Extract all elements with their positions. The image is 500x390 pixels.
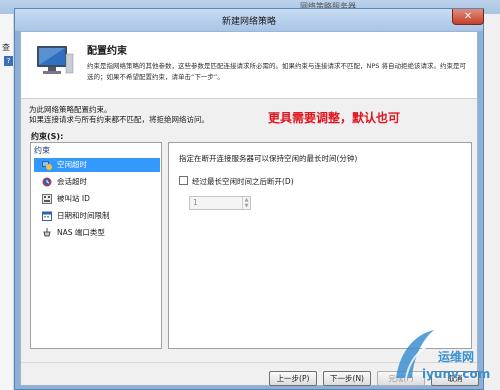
red-annotation: 更具需要调整，默认也可 [268,111,401,125]
idle-minutes-spinbox[interactable]: 1 ▲ ▼ [189,196,251,210]
background-window-edge: 查 ? [0,14,14,390]
session-timeout-icon [42,177,52,187]
intro-text: 为此网络策略配置约束。 如果连接请求与所有约束都不匹配，将拒绝网络访问。 [29,105,269,125]
list-item-label: 被叫站 ID [57,194,90,203]
wizard-page-title: 配置约束 [87,46,127,57]
idle-timeout-icon [42,161,52,170]
intro-line: 如果连接请求与所有约束都不匹配，将拒绝网络访问。 [29,115,209,124]
list-item-called-station-id[interactable]: 被叫站 ID [34,192,160,206]
watermark-text: 运维网 [438,350,475,364]
wizard-header: 配置约束 约束是指网络策略的其他参数，这些参数是匹配连接请求所必需的。如果约束与… [21,32,477,99]
list-item-nas-port-type[interactable]: NAS 端口类型 [34,226,160,240]
disconnect-after-idle-label[interactable]: 经过最长空闲时间之后断开(D) [192,176,294,187]
intro-line: 为此网络策略配置约束。 [29,105,112,114]
list-item-label: 日期和时间限制 [57,211,110,220]
called-station-icon [42,194,52,204]
disconnect-after-idle-checkbox[interactable] [179,176,188,185]
background-menu-item[interactable]: 查 [2,42,10,53]
background-help-icon[interactable]: ? [4,56,13,66]
dialog-titlebar[interactable]: 新建网络策略 ✕ [15,9,484,31]
wizard-page-description: 约束是指网络策略的其他参数，这些参数是匹配连接请求所必需的。如果约束与连接请求不… [87,62,466,81]
watermark-url: iyunv.com [422,367,491,381]
constraints-list-header: 约束 [34,146,50,155]
next-button[interactable]: 下一步(N) [323,371,371,386]
list-item-day-time-restrictions[interactable]: 日期和时间限制 [34,209,160,223]
dialog-title: 新建网络策略 [221,17,276,27]
nas-port-icon [43,228,51,237]
constraints-list[interactable]: 约束 空闲超时 会话超时 被叫站 ID 日期和时间限制 NAS 端口类型 [30,142,162,349]
idle-timeout-description: 指定在断开连接服务器可以保持空闲的最长时间(分钟) [179,154,358,163]
calendar-icon [42,211,52,221]
close-button[interactable]: ✕ [452,9,484,25]
list-item-session-timeout[interactable]: 会话超时 [34,175,160,189]
monitor-icon [37,46,74,74]
list-item-label: NAS 端口类型 [57,228,105,237]
spin-arrows-icon[interactable]: ▲ ▼ [242,197,250,209]
constraints-label: 约束(S): [31,132,64,141]
previous-button[interactable]: 上一步(P) [269,371,317,386]
list-item-label: 会话超时 [57,177,87,186]
close-icon: ✕ [463,11,473,22]
idle-timeout-panel: 指定在断开连接服务器可以保持空闲的最长时间(分钟) 经过最长空闲时间之后断开(D… [168,142,472,349]
list-item-idle-timeout[interactable]: 空闲超时 [34,158,160,172]
idle-minutes-value: 1 [193,198,198,207]
list-item-label: 空闲超时 [57,160,87,169]
